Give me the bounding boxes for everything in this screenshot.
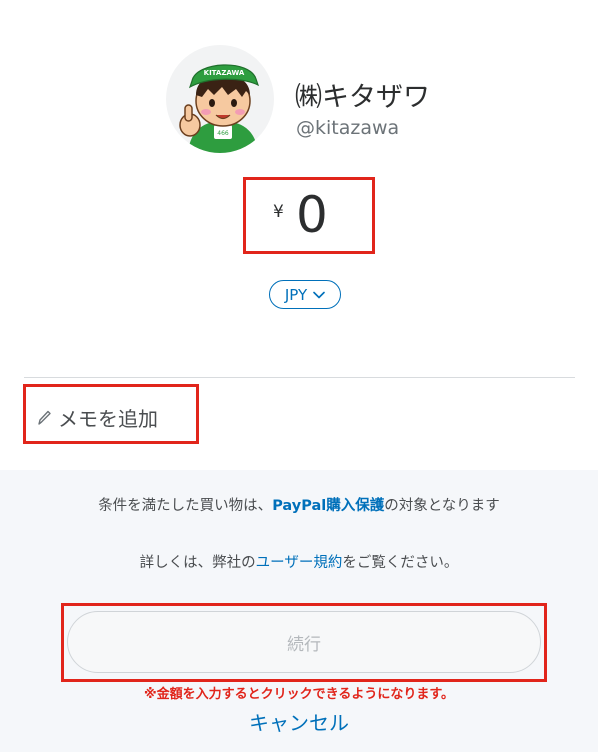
currency-selected-label: JPY bbox=[284, 285, 308, 304]
purchase-protection-notice: 条件を満たした買い物は、PayPal購入保護の対象となります bbox=[0, 494, 598, 515]
pencil-icon bbox=[38, 410, 51, 425]
merchant-profile: 466 KITAZAWA ㈱キタザワ @kitazawa bbox=[166, 45, 546, 160]
currency-dropdown[interactable]: JPY bbox=[269, 280, 341, 309]
notice-line2-suffix: をご覧ください。 bbox=[342, 555, 459, 571]
payment-form-footer: 条件を満たした買い物は、PayPal購入保護の対象となります 詳しくは、弊社のユ… bbox=[0, 470, 598, 752]
amount-input[interactable]: ¥ 0 bbox=[243, 177, 375, 254]
mascot-image: 466 KITAZAWA bbox=[179, 64, 260, 153]
user-agreement-notice: 詳しくは、弊社のユーザー規約をご覧ください。 bbox=[0, 551, 598, 572]
enable-note: ※金額を入力するとクリックできるようになります。 bbox=[143, 687, 455, 702]
continue-button[interactable]: 続行 bbox=[67, 611, 541, 673]
purchase-protection-link[interactable]: 購入保護 bbox=[326, 498, 384, 514]
add-memo-button[interactable]: メモを追加 bbox=[23, 384, 199, 444]
amount-value[interactable]: 0 bbox=[296, 184, 328, 246]
chevron-down-icon bbox=[313, 291, 325, 298]
notice-line1-suffix: の対象となります bbox=[384, 498, 500, 514]
merchant-handle: @kitazawa bbox=[296, 117, 400, 139]
avatar-badge-text: 466 bbox=[217, 130, 229, 137]
continue-label: 続行 bbox=[287, 634, 321, 655]
section-divider bbox=[24, 377, 575, 378]
notice-line2-prefix: 詳しくは、弊社の bbox=[139, 555, 256, 571]
paypal-brand-text: PayPal bbox=[272, 498, 327, 514]
avatar-cap-text: KITAZAWA bbox=[204, 69, 245, 77]
user-agreement-link[interactable]: ユーザー規約 bbox=[256, 555, 343, 571]
cancel-link[interactable]: キャンセル bbox=[0, 707, 598, 736]
merchant-name: ㈱キタザワ bbox=[295, 82, 430, 113]
payment-form-top: 466 KITAZAWA ㈱キタザワ @kitazawa ¥ 0 JPY メモを… bbox=[0, 0, 598, 470]
continue-highlight: 続行 bbox=[61, 603, 547, 682]
currency-symbol: ¥ bbox=[273, 202, 284, 222]
notice-line1-prefix: 条件を満たした買い物は、 bbox=[98, 498, 273, 514]
add-memo-label: メモを追加 bbox=[58, 407, 158, 431]
merchant-avatar: 466 KITAZAWA bbox=[166, 45, 274, 153]
